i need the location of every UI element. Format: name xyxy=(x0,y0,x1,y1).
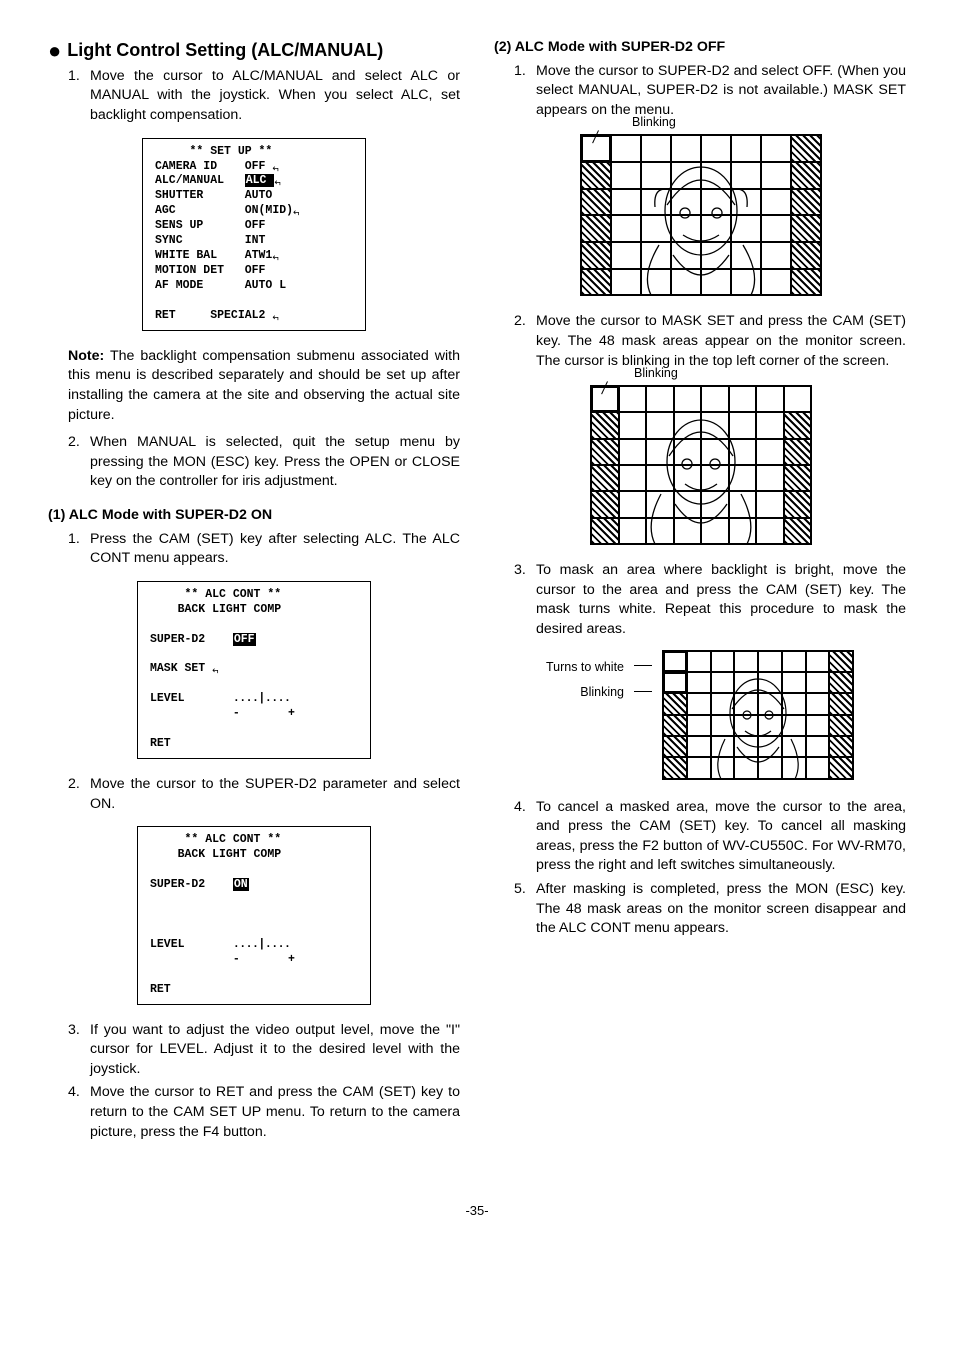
list-num: 3. xyxy=(68,1021,84,1080)
body-text: Move the cursor to MASK SET and press th… xyxy=(536,312,906,371)
body-text: Press the CAM (SET) key after selecting … xyxy=(90,530,460,569)
figure-mask-white: Turns to white Blinking xyxy=(494,650,906,780)
list-num: 1. xyxy=(68,67,84,126)
body-text: When MANUAL is selected, quit the setup … xyxy=(90,433,460,492)
body-text: Move the cursor to RET and press the CAM… xyxy=(90,1083,460,1142)
body-text: Move the cursor to the SUPER-D2 paramete… xyxy=(90,775,460,814)
bullet-icon: ● xyxy=(48,38,67,63)
caption-blinking: Blinking xyxy=(546,680,624,705)
caption-blinking: Blinking xyxy=(632,114,676,131)
list-num: 1. xyxy=(68,530,84,569)
subheading: (1) ALC Mode with SUPER-D2 ON xyxy=(48,506,460,526)
section-heading: ●Light Control Setting (ALC/MANUAL) xyxy=(48,38,460,63)
osd-setup-screen: ** SET UP ** CAMERA ID OFF ALC/MANUAL AL… xyxy=(142,138,366,331)
list-num: 4. xyxy=(68,1083,84,1142)
body-text: Move the cursor to SUPER-D2 and select O… xyxy=(536,62,906,121)
caption-turns-white: Turns to white xyxy=(546,655,624,680)
list-num: 2. xyxy=(68,775,84,814)
figure-mask-hatched: Blinking xyxy=(580,134,820,296)
list-num: 2. xyxy=(68,433,84,492)
body-text: If you want to adjust the video output l… xyxy=(90,1021,460,1080)
note-block: Note: The backlight compensation submenu… xyxy=(48,347,460,425)
list-num: 2. xyxy=(514,312,530,371)
caption-blinking: Blinking xyxy=(634,365,678,382)
list-num: 1. xyxy=(514,62,530,121)
body-text: After masking is completed, press the MO… xyxy=(536,880,906,939)
note-label: Note: xyxy=(68,348,104,364)
body-text: To mask an area where backlight is brigh… xyxy=(536,561,906,639)
subheading: (2) ALC Mode with SUPER-D2 OFF xyxy=(494,38,906,58)
section-heading-text: Light Control Setting (ALC/MANUAL) xyxy=(67,40,383,60)
osd-alc-cont-off: ** ALC CONT ** BACK LIGHT COMP SUPER-D2 … xyxy=(137,581,371,759)
note-text: The backlight compensation submenu assoc… xyxy=(68,348,460,423)
body-text: To cancel a masked area, move the cursor… xyxy=(536,798,906,876)
list-num: 3. xyxy=(514,561,530,639)
osd-alc-cont-on: ** ALC CONT ** BACK LIGHT COMP SUPER-D2 … xyxy=(137,826,371,1004)
figure-mask-empty: Blinking xyxy=(590,385,810,545)
list-num: 4. xyxy=(514,798,530,876)
list-num: 5. xyxy=(514,880,530,939)
body-text: Move the cursor to ALC/MANUAL and select… xyxy=(90,67,460,126)
leader-lines xyxy=(634,657,652,707)
page-number: -35- xyxy=(48,1202,906,1220)
